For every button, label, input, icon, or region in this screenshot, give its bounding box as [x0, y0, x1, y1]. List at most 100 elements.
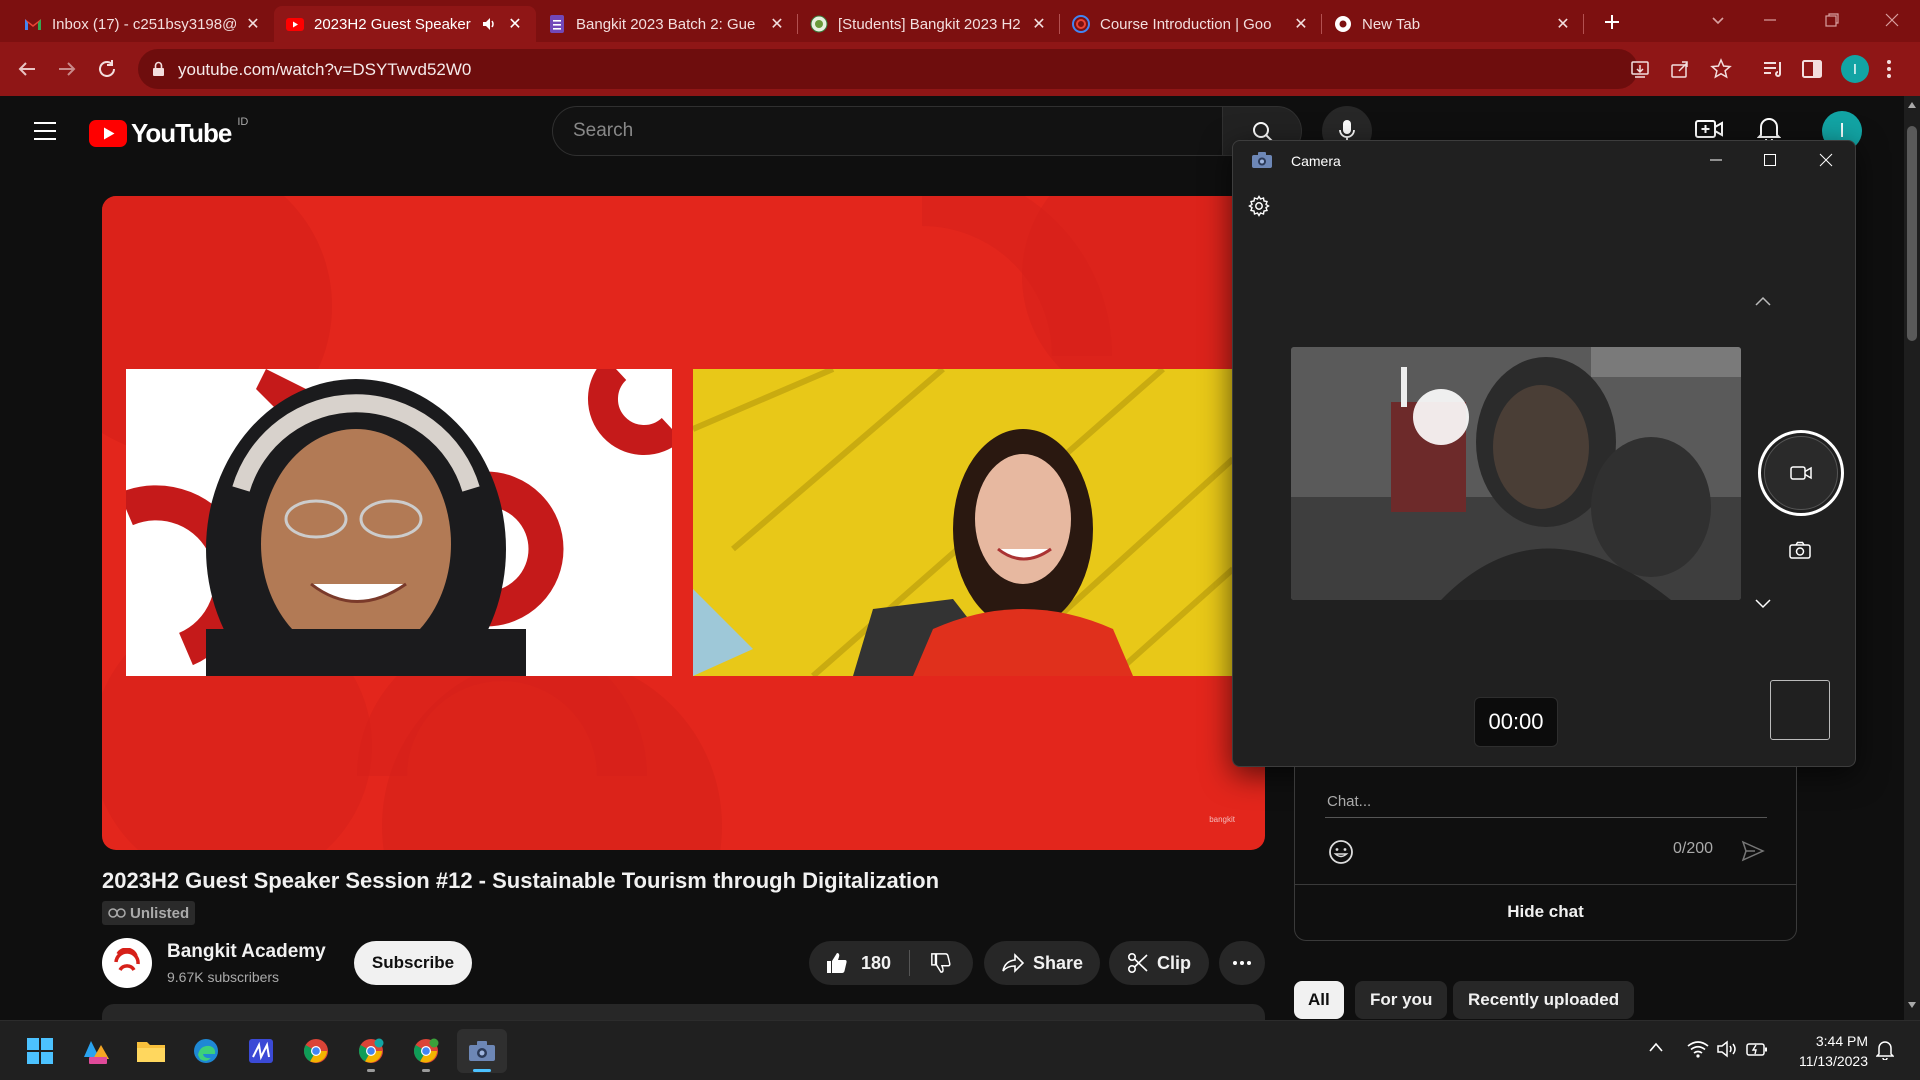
minimize-icon[interactable] — [1762, 12, 1778, 28]
search-input[interactable]: Search — [573, 120, 633, 142]
settings-gear-icon[interactable] — [1248, 195, 1270, 217]
scissors-icon — [1127, 952, 1148, 974]
lock-icon[interactable] — [152, 61, 165, 77]
chevron-down-icon[interactable] — [1753, 598, 1773, 610]
channel-name[interactable]: Bangkit Academy — [167, 941, 326, 963]
subscribe-button[interactable]: Subscribe — [354, 941, 472, 985]
chevron-up-icon[interactable] — [1753, 295, 1773, 307]
scroll-up-arrow-icon[interactable] — [1908, 102, 1916, 108]
region-code: ID — [237, 115, 249, 128]
close-icon[interactable]: ✕ — [244, 15, 262, 33]
photo-mode-icon[interactable] — [1789, 541, 1811, 559]
browser-toolbar: youtube.com/watch?v=DSYTwvd52W0 I — [0, 42, 1920, 96]
browser-menu-icon[interactable] — [1886, 58, 1892, 80]
unlisted-label: Unlisted — [130, 904, 190, 922]
close-icon[interactable]: ✕ — [1030, 15, 1048, 33]
bookmark-star-icon[interactable] — [1710, 58, 1732, 80]
gallery-thumbnail[interactable] — [1770, 680, 1830, 740]
notification-center-icon[interactable] — [1876, 1040, 1894, 1060]
camera-taskbar-icon[interactable] — [457, 1029, 507, 1073]
forward-icon[interactable] — [56, 58, 78, 80]
scroll-down-arrow-icon[interactable] — [1908, 1002, 1916, 1008]
recording-timer: 00:00 — [1474, 697, 1558, 747]
wifi-icon[interactable] — [1687, 1040, 1709, 1058]
close-icon[interactable]: ✕ — [506, 15, 524, 33]
tab-youtube[interactable]: 2023H2 Guest Speaker ✕ — [274, 6, 536, 42]
clock-date: 11/13/2023 — [1798, 1053, 1868, 1069]
speaker-icon[interactable] — [482, 17, 498, 31]
camera-minimize-icon[interactable] — [1709, 153, 1723, 167]
start-windows-icon[interactable] — [20, 1031, 60, 1071]
youtube-logo-icon — [89, 120, 127, 147]
battery-icon[interactable] — [1746, 1040, 1768, 1058]
install-icon[interactable] — [1630, 59, 1650, 79]
camera-close-icon[interactable] — [1819, 153, 1833, 167]
close-icon[interactable]: ✕ — [1554, 15, 1572, 33]
tab-sheets[interactable]: [Students] Bangkit 2023 H2 ✕ — [798, 6, 1060, 42]
video-player[interactable]: bangkit — [102, 196, 1265, 850]
close-window-icon[interactable] — [1884, 12, 1900, 28]
camera-maximize-icon[interactable] — [1763, 153, 1777, 167]
edge-icon[interactable] — [186, 1031, 226, 1071]
volume-icon[interactable] — [1717, 1040, 1739, 1058]
channel-avatar[interactable] — [102, 938, 152, 988]
record-video-button[interactable] — [1758, 430, 1844, 516]
office-preview-icon[interactable] — [76, 1031, 116, 1071]
chrome-taskbar-icon[interactable] — [296, 1031, 336, 1071]
close-icon[interactable]: ✕ — [1292, 15, 1310, 33]
description-box[interactable] — [102, 1004, 1265, 1020]
address-bar[interactable]: youtube.com/watch?v=DSYTwvd52W0 — [138, 49, 1732, 89]
youtube-logo[interactable]: YouTube ID — [89, 115, 249, 149]
clip-button[interactable]: Clip — [1109, 941, 1209, 985]
like-button[interactable]: 180 — [809, 951, 909, 975]
chip-all[interactable]: All — [1294, 981, 1344, 1019]
notifications-bell-icon[interactable] — [1757, 116, 1781, 142]
reload-icon[interactable] — [96, 58, 118, 80]
scrollbar-thumb[interactable] — [1907, 126, 1917, 341]
dislike-button[interactable] — [910, 952, 972, 974]
tab-gmail[interactable]: Inbox (17) - c251bsy3198@ ✕ — [12, 6, 274, 42]
close-icon[interactable]: ✕ — [768, 15, 786, 33]
file-explorer-icon[interactable] — [131, 1031, 171, 1071]
more-actions-button[interactable] — [1219, 941, 1265, 985]
tab-forms[interactable]: Bangkit 2023 Batch 2: Gue ✕ — [536, 6, 798, 42]
side-panel-icon[interactable] — [1801, 58, 1823, 80]
restore-icon[interactable] — [1824, 12, 1840, 28]
thumbs-up-icon — [827, 953, 847, 973]
show-hidden-icons-chevron-icon[interactable] — [1648, 1041, 1664, 1053]
tab-newtab[interactable]: New Tab ✕ — [1322, 6, 1584, 42]
search-box[interactable]: Search — [552, 106, 1223, 156]
tab-title: Inbox (17) - c251bsy3198@ — [52, 15, 236, 33]
tab-course[interactable]: Course Introduction | Goo ✕ — [1060, 6, 1322, 42]
speaker-1-video — [126, 369, 672, 676]
subscriber-count: 9.67K subscribers — [167, 969, 280, 985]
tab-title: Bangkit 2023 Batch 2: Gue — [576, 15, 756, 33]
visual-studio-icon[interactable] — [241, 1031, 281, 1071]
back-icon[interactable] — [16, 58, 38, 80]
youtube-icon — [286, 15, 304, 33]
tab-search-icon[interactable] — [1710, 12, 1726, 28]
system-clock[interactable]: 3:44 PM 11/13/2023 — [1782, 1031, 1868, 1071]
new-tab-button[interactable] — [1598, 8, 1626, 36]
chrome-profile-2-icon[interactable] — [406, 1031, 446, 1072]
chrome-profile-1-icon[interactable] — [351, 1031, 391, 1072]
share-page-icon[interactable] — [1670, 59, 1690, 79]
page-scrollbar[interactable] — [1904, 96, 1920, 1020]
hide-chat-button[interactable]: Hide chat — [1295, 885, 1796, 939]
chrome-icon — [1334, 15, 1352, 33]
chat-input[interactable]: Chat... — [1327, 793, 1371, 810]
chip-recently-uploaded[interactable]: Recently uploaded — [1453, 981, 1635, 1019]
emoji-icon[interactable] — [1328, 839, 1354, 865]
send-icon[interactable] — [1741, 840, 1765, 862]
video-title: 2023H2 Guest Speaker Session #12 - Susta… — [102, 868, 940, 893]
url-text: youtube.com/watch?v=DSYTwvd52W0 — [178, 60, 472, 79]
profile-avatar[interactable]: I — [1841, 55, 1869, 83]
more-dots-icon — [1233, 961, 1251, 965]
create-video-icon[interactable] — [1695, 118, 1723, 140]
chip-for-you[interactable]: For you — [1355, 981, 1448, 1019]
share-button[interactable]: Share — [984, 941, 1100, 985]
hamburger-menu-icon[interactable] — [32, 120, 58, 142]
camera-preview — [1291, 347, 1741, 600]
media-control-icon[interactable] — [1762, 59, 1784, 79]
unlisted-badge: Unlisted — [102, 901, 196, 925]
